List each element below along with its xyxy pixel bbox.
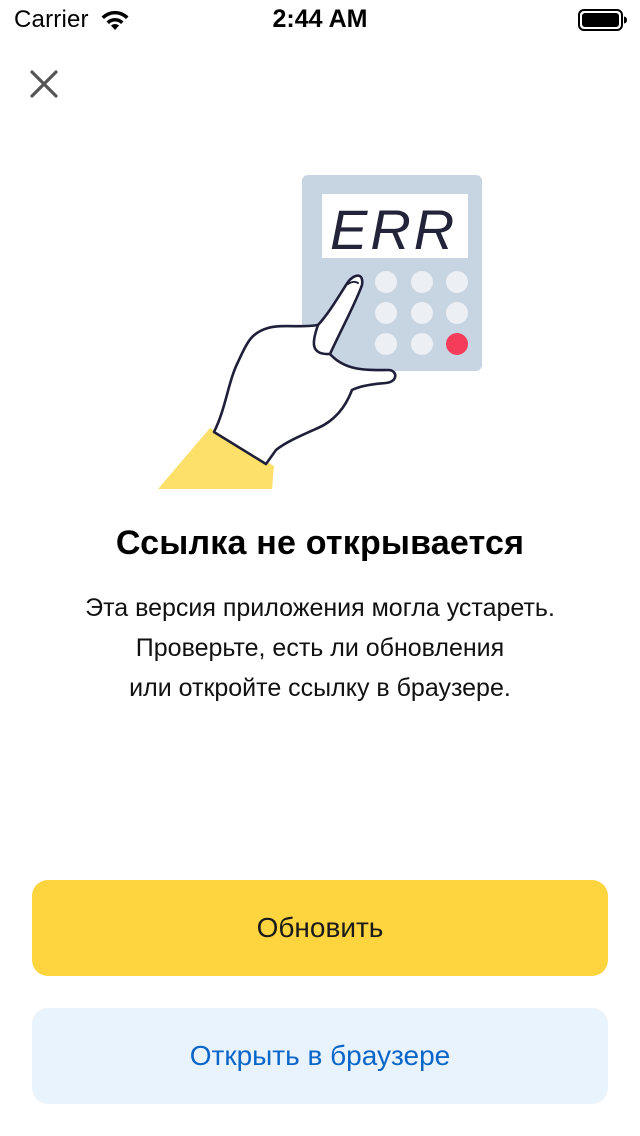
close-icon xyxy=(30,70,58,98)
page-title: Ссылка не открывается xyxy=(115,524,525,562)
error-illustration: ERR xyxy=(158,175,482,489)
description-line: Проверьте, есть ли обновления xyxy=(135,634,505,662)
open-in-browser-button[interactable]: Открыть в браузере xyxy=(32,1008,608,1104)
calculator-red-key xyxy=(446,333,468,355)
update-button[interactable]: Обновить xyxy=(32,880,608,976)
screen: Carrier 2:44 AM ERR Ссылка не открываетс… xyxy=(0,0,640,1136)
battery-icon xyxy=(578,9,627,31)
close-button[interactable] xyxy=(22,62,66,106)
description: Эта версия приложения могла устареть. Пр… xyxy=(40,588,600,708)
description-line: или откройте ссылку в браузере. xyxy=(129,674,511,702)
description-line: Эта версия приложения могла устареть. xyxy=(85,594,555,622)
status-time: 2:44 AM xyxy=(272,5,368,33)
calculator-display-text: ERR xyxy=(330,198,457,261)
status-bar: Carrier 2:44 AM xyxy=(0,0,640,40)
